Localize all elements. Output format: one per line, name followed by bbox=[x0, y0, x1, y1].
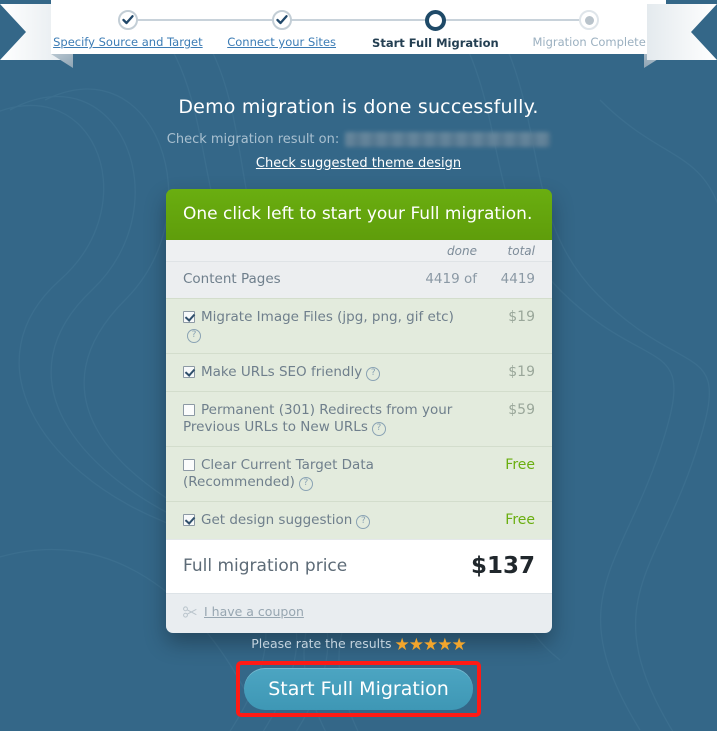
rating-label: Please rate the results bbox=[251, 636, 392, 651]
step-start-full-migration[interactable]: Start Full Migration bbox=[359, 0, 513, 54]
card-header-title: One click left to start your Full migrat… bbox=[166, 189, 552, 240]
content-pages-done-value: 4419 of bbox=[425, 271, 477, 287]
migration-summary-card-stack: One click left to start your Full migrat… bbox=[166, 189, 552, 633]
option-checkbox[interactable] bbox=[183, 404, 195, 416]
current-step-icon bbox=[424, 10, 446, 31]
step-specify-source-and-target[interactable]: Specify Source and Target bbox=[51, 0, 205, 54]
option-label: Make URLs SEO friendly bbox=[201, 364, 363, 380]
help-icon[interactable]: ? bbox=[366, 367, 381, 381]
rating-block: Please rate the results ★★★★★ bbox=[0, 635, 717, 655]
check-icon bbox=[117, 10, 138, 30]
full-migration-price-row: Full migration price $137 bbox=[166, 539, 552, 593]
step-connector-line bbox=[128, 19, 589, 21]
content-pages-row: Content Pages 4419 of 4419 bbox=[166, 261, 552, 298]
step-label: Migration Complete bbox=[532, 35, 646, 49]
migration-summary-card: One click left to start your Full migrat… bbox=[166, 189, 552, 633]
option-label-wrap: Clear Current Target Data (Recommended)? bbox=[183, 457, 471, 491]
headline-block: Demo migration is done successfully. Che… bbox=[0, 96, 717, 171]
option-price: $19 bbox=[508, 364, 535, 380]
coupon-link[interactable]: I have a coupon bbox=[204, 604, 304, 619]
option-label: Permanent (301) Redirects from your Prev… bbox=[183, 402, 453, 435]
option-price: Free bbox=[505, 457, 535, 473]
help-icon[interactable]: ? bbox=[187, 329, 201, 343]
check-suggested-theme-design-link[interactable]: Check suggested theme design bbox=[256, 156, 461, 171]
coupon-row[interactable]: I have a coupon bbox=[166, 593, 552, 633]
step-connect-your-sites[interactable]: Connect your Sites bbox=[205, 0, 359, 54]
start-full-migration-button[interactable]: Start Full Migration bbox=[244, 668, 473, 710]
option-checkbox[interactable] bbox=[183, 366, 195, 378]
migration-result-line: Check migration result on: bbox=[0, 132, 717, 147]
page-title: Demo migration is done successfully. bbox=[178, 96, 539, 118]
option-label: Get design suggestion bbox=[201, 512, 353, 528]
option-row[interactable]: Migrate Image Files (jpg, png, gif etc)?… bbox=[166, 298, 552, 353]
option-label-wrap: Make URLs SEO friendly? bbox=[183, 364, 471, 381]
option-row[interactable]: Get design suggestion? Free bbox=[166, 501, 552, 539]
option-row[interactable]: Make URLs SEO friendly? $19 bbox=[166, 353, 552, 391]
column-header-total: total bbox=[507, 244, 535, 258]
step-label[interactable]: Specify Source and Target bbox=[53, 36, 203, 49]
price-amount: $137 bbox=[470, 553, 535, 579]
step-migration-complete: Migration Complete bbox=[512, 0, 666, 54]
option-row[interactable]: Clear Current Target Data (Recommended)?… bbox=[166, 446, 552, 501]
help-icon[interactable]: ? bbox=[371, 422, 386, 436]
option-row[interactable]: Permanent (301) Redirects from your Prev… bbox=[166, 391, 552, 446]
option-price: $59 bbox=[508, 402, 535, 418]
step-indicator: Specify Source and Target Connect your S… bbox=[51, 0, 666, 54]
column-header-done: done bbox=[447, 244, 477, 258]
check-icon bbox=[271, 10, 292, 30]
star-rating[interactable]: ★★★★★ bbox=[395, 635, 467, 655]
help-icon[interactable]: ? bbox=[298, 477, 313, 491]
option-label: Migrate Image Files (jpg, png, gif etc) bbox=[201, 309, 454, 325]
step-label[interactable]: Connect your Sites bbox=[227, 36, 336, 49]
migration-options-list: Migrate Image Files (jpg, png, gif etc)?… bbox=[166, 298, 552, 539]
step-label: Start Full Migration bbox=[372, 36, 499, 50]
help-icon[interactable]: ? bbox=[356, 515, 371, 529]
redacted-url-value bbox=[345, 132, 551, 147]
result-prefix-label: Check migration result on: bbox=[166, 132, 340, 147]
content-pages-total-value: 4419 bbox=[500, 271, 535, 287]
option-checkbox[interactable] bbox=[183, 459, 195, 471]
pending-step-icon bbox=[579, 10, 600, 30]
option-label-wrap: Migrate Image Files (jpg, png, gif etc)? bbox=[183, 309, 471, 343]
price-label: Full migration price bbox=[183, 556, 348, 576]
option-checkbox[interactable] bbox=[183, 311, 195, 323]
option-label-wrap: Get design suggestion? bbox=[183, 512, 471, 529]
content-pages-label: Content Pages bbox=[183, 271, 281, 287]
option-price: $19 bbox=[508, 309, 535, 325]
table-header-row: done total bbox=[166, 240, 552, 261]
option-price: Free bbox=[505, 512, 535, 528]
option-label-wrap: Permanent (301) Redirects from your Prev… bbox=[183, 402, 471, 436]
option-checkbox[interactable] bbox=[183, 514, 195, 526]
scissors-icon bbox=[183, 605, 197, 618]
option-label: Clear Current Target Data (Recommended) bbox=[183, 457, 374, 490]
progress-ribbon: Specify Source and Target Connect your S… bbox=[0, 0, 717, 68]
